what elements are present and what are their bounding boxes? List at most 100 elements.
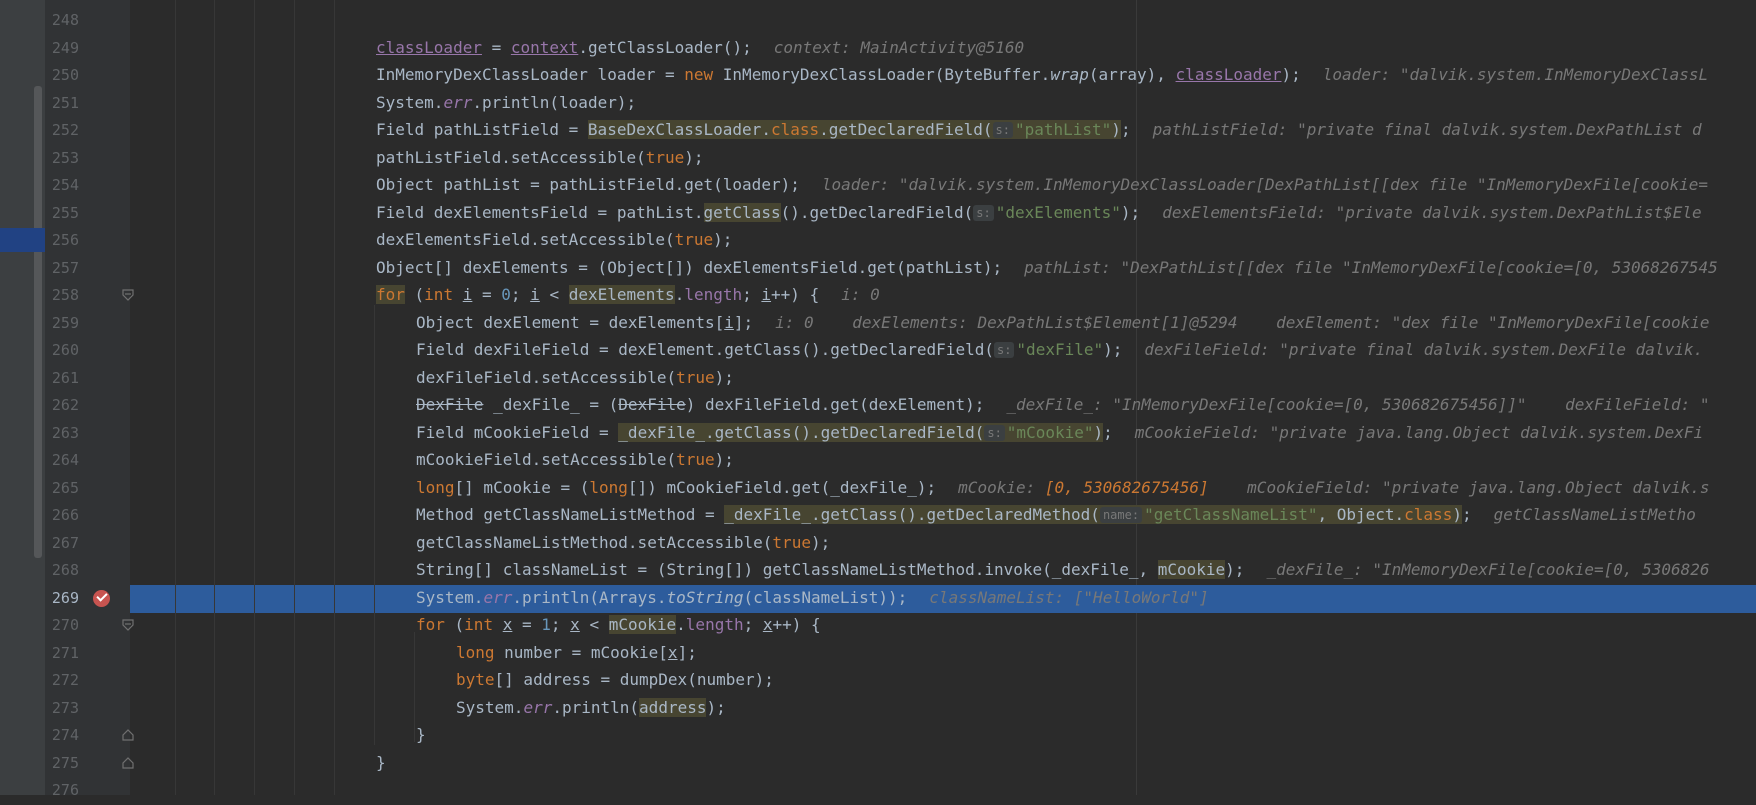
current-execution-line: 269 System.err.println(Arrays.toString(c… — [0, 585, 1756, 613]
code-text: Field dexElementsField = pathList.getCla… — [376, 203, 1702, 222]
code-line: 262 DexFile _dexFile_ = (DexFile) dexFil… — [0, 392, 1756, 420]
debug-inline-value: getClassNameListMetho — [1493, 505, 1696, 524]
code-text: long[] mCookie = (long[]) mCookieField.g… — [416, 478, 1710, 497]
fold-marker-icon[interactable] — [122, 619, 134, 631]
breakpoint-icon[interactable] — [93, 590, 110, 607]
line-number: 253 — [51, 149, 79, 167]
code-line: 271 long number = mCookie[x]; — [0, 640, 1756, 668]
code-text: Field pathListField = BaseDexClassLoader… — [376, 120, 1702, 139]
fold-end-icon[interactable] — [122, 757, 134, 769]
param-hint: s: — [993, 342, 1015, 358]
code-text: classLoader = context.getClassLoader(); c… — [376, 38, 1025, 57]
code-line: 257 Object[] dexElements = (Object[]) de… — [0, 255, 1756, 283]
code-line: 273 System.err.println(address); — [0, 695, 1756, 723]
code-text: for (int i = 0; i < dexElements.length; … — [376, 285, 880, 304]
line-number: 260 — [51, 341, 79, 359]
line-number: 256 — [51, 231, 79, 249]
debug-inline-value: loader: "dalvik.system.InMemoryDexClassL — [1322, 65, 1709, 84]
debug-inline-label: mCookie: — [958, 478, 1045, 497]
debug-inline-value: dexFileField: "private final dalvik.syst… — [1144, 340, 1704, 359]
code-line: 268 String[] classNameList = (String[]) … — [0, 557, 1756, 585]
debug-inline-value: i: 0 — [841, 285, 880, 304]
code-text: System.err.println(loader); — [376, 93, 637, 112]
code-text: System.err.println(address); — [456, 698, 726, 717]
line-number: 255 — [51, 204, 79, 222]
code-line: 252 Field pathListField = BaseDexClassLo… — [0, 117, 1756, 145]
code-text: Object[] dexElements = (Object[]) dexEle… — [376, 258, 1718, 277]
line-number: 250 — [51, 66, 79, 84]
code-text: } — [416, 725, 426, 744]
line-number: 251 — [51, 94, 79, 112]
code-text: Field dexFileField = dexElement.getClass… — [416, 340, 1704, 359]
code-text: Object pathList = pathListField.get(load… — [376, 175, 1709, 194]
line-number: 273 — [51, 699, 79, 717]
param-hint: s: — [992, 122, 1013, 138]
code-text: String[] classNameList = (String[]) getC… — [416, 560, 1710, 579]
line-number: 274 — [51, 726, 79, 744]
code-text: for (int x = 1; x < mCookie.length; x++)… — [416, 615, 821, 634]
code-text: getClassNameListMethod.setAccessible(tru… — [416, 533, 831, 552]
debug-inline-changed-value: [0, 530682675456] — [1044, 478, 1209, 497]
line-number: 271 — [51, 644, 79, 662]
code-line: 251 System.err.println(loader); — [0, 90, 1756, 118]
code-line: 270 for (int x = 1; x < mCookie.length; … — [0, 612, 1756, 640]
code-line: 253 pathListField.setAccessible(true); — [0, 145, 1756, 173]
line-number: 275 — [51, 754, 79, 772]
code-text: pathListField.setAccessible(true); — [376, 148, 704, 167]
code-text: mCookieField.setAccessible(true); — [416, 450, 734, 469]
line-number: 270 — [51, 616, 79, 634]
debug-inline-value: classNameList: ["HelloWorld"] — [929, 588, 1209, 607]
code-text: dexElementsField.setAccessible(true); — [376, 230, 733, 249]
code-text: long number = mCookie[x]; — [456, 643, 697, 662]
code-line: 276 — [0, 777, 1756, 805]
code-line: 249 classLoader = context.getClassLoader… — [0, 35, 1756, 63]
code-editor[interactable]: 248 249 classLoader = context.getClassLo… — [0, 0, 1756, 799]
code-line: 258 for (int i = 0; i < dexElements.leng… — [0, 282, 1756, 310]
code-line: 256 dexElementsField.setAccessible(true)… — [0, 227, 1756, 255]
code-line: 259 Object dexElement = dexElements[i]; i… — [0, 310, 1756, 338]
line-number: 257 — [51, 259, 79, 277]
debug-inline-value: mCookie: [0, 530682675456] mCookieField:… — [958, 478, 1709, 497]
code-text: Method getClassNameListMethod = _dexFile… — [416, 505, 1696, 524]
line-number: 276 — [51, 781, 79, 799]
code-text: InMemoryDexClassLoader loader = new InMe… — [376, 65, 1709, 84]
code-line: 275 } — [0, 750, 1756, 778]
debug-inline-value: mCookieField: "private java.lang.Object … — [1134, 423, 1704, 442]
line-number: 262 — [51, 396, 79, 414]
debug-inline-value: context: MainActivity@5160 — [773, 38, 1025, 57]
line-number: 258 — [51, 286, 79, 304]
line-number: 261 — [51, 369, 79, 387]
code-text: DexFile _dexFile_ = (DexFile) dexFileFie… — [416, 395, 1710, 414]
code-line: 250 InMemoryDexClassLoader loader = new … — [0, 62, 1756, 90]
code-line: 266 Method getClassNameListMethod = _dex… — [0, 502, 1756, 530]
code-line: 248 — [0, 7, 1756, 35]
debug-inline-value: _dexFile_: "InMemoryDexFile[cookie=[0, 5… — [1006, 395, 1710, 414]
code-line: 267 getClassNameListMethod.setAccessible… — [0, 530, 1756, 558]
code-text: Field mCookieField = _dexFile_.getClass(… — [416, 423, 1704, 442]
debug-inline-value: dexElementsField: "private dalvik.system… — [1162, 203, 1702, 222]
line-number: 264 — [51, 451, 79, 469]
line-number: 254 — [51, 176, 79, 194]
code-line: 254 Object pathList = pathListField.get(… — [0, 172, 1756, 200]
code-text: Object dexElement = dexElements[i]; i: 0 … — [416, 313, 1710, 332]
line-number: 249 — [51, 39, 79, 57]
line-number: 248 — [51, 11, 79, 29]
code-text: byte[] address = dumpDex(number); — [456, 670, 774, 689]
code-text: System.err.println(Arrays.toString(class… — [416, 588, 1209, 607]
param-hint: name: — [1099, 507, 1143, 523]
line-number: 259 — [51, 314, 79, 332]
fold-end-icon[interactable] — [122, 729, 134, 741]
code-line: 260 Field dexFileField = dexElement.getC… — [0, 337, 1756, 365]
code-line: 263 Field mCookieField = _dexFile_.getCl… — [0, 420, 1756, 448]
debug-inline-value: i: 0 dexElements: DexPathList$Element[1]… — [775, 313, 1710, 332]
code-text: } — [376, 753, 386, 772]
line-number: 268 — [51, 561, 79, 579]
line-number: 266 — [51, 506, 79, 524]
code-line: 261 dexFileField.setAccessible(true); — [0, 365, 1756, 393]
fold-marker-icon[interactable] — [122, 289, 134, 301]
debug-inline-value: _dexFile_: "InMemoryDexFile[cookie=[0, 5… — [1266, 560, 1710, 579]
line-number: 265 — [51, 479, 79, 497]
debug-inline-extra: mCookieField: "private java.lang.Object … — [1208, 478, 1710, 497]
code-line: 265 long[] mCookie = (long[]) mCookieFie… — [0, 475, 1756, 503]
debug-inline-value: loader: "dalvik.system.InMemoryDexClassL… — [821, 175, 1709, 194]
